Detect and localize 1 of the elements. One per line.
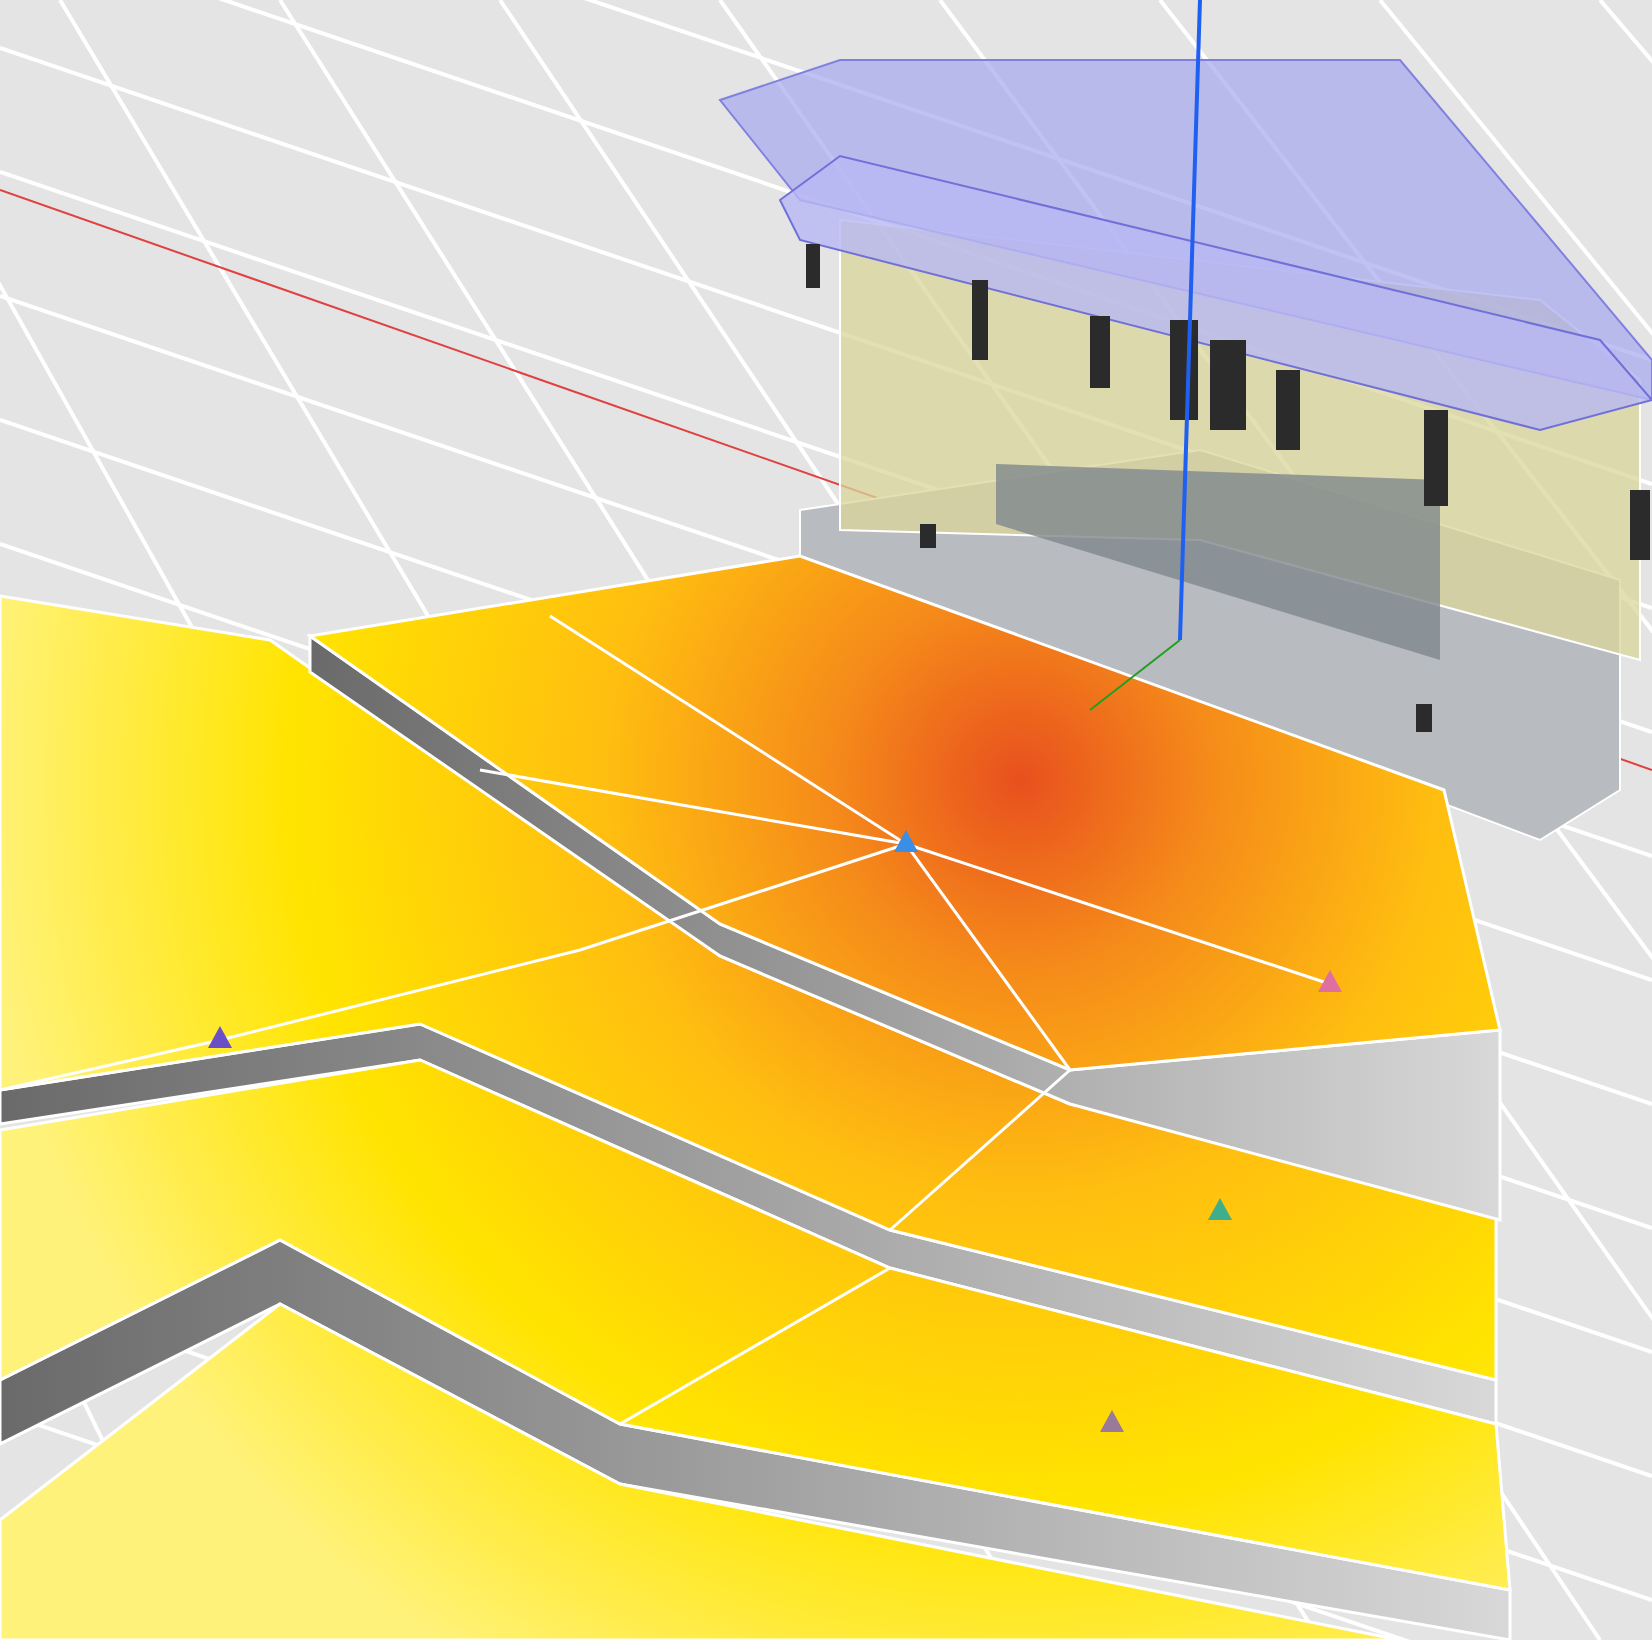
y-axis-line [1089,639,1181,711]
